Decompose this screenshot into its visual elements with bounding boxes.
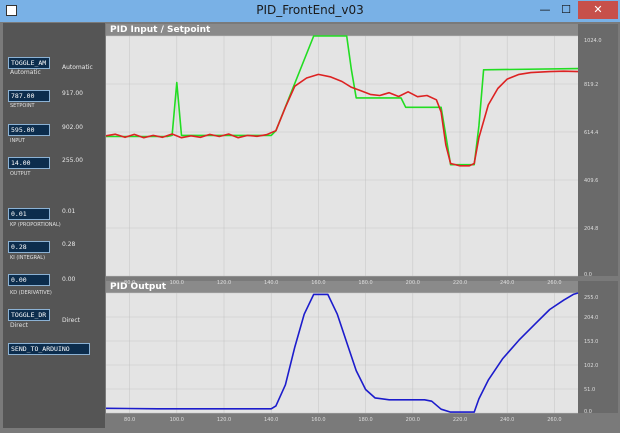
output-x-tick-label: 240.0 — [500, 417, 514, 423]
input-setpoint-x-tick-label: 200.0 — [406, 280, 420, 286]
input-setpoint-x-tick-label: 160.0 — [311, 280, 325, 286]
output-x-tick-label: 140.0 — [264, 417, 278, 423]
output-x-tick-label: 100.0 — [170, 417, 184, 423]
input-setpoint-y-tick-label: 614.4 — [584, 130, 598, 136]
input-setpoint-x-tick-label: 120.0 — [217, 280, 231, 286]
output-y-tick-label: 0.0 — [584, 409, 592, 415]
output-y-tick-label: 204.0 — [584, 315, 598, 321]
output-y-tick-label: 153.0 — [584, 339, 598, 345]
output-x-tick-label: 260.0 — [547, 417, 561, 423]
input-setpoint-y-tick-label: 204.8 — [584, 226, 598, 232]
input-setpoint-y-tick-label: 819.2 — [584, 82, 598, 88]
input-setpoint-x-tick-label: 100.0 — [170, 280, 184, 286]
output-y-tick-label: 51.0 — [584, 387, 595, 393]
output-x-tick-label: 180.0 — [358, 417, 372, 423]
output-x-tick-label: 200.0 — [406, 417, 420, 423]
input-setpoint-x-tick-label: 80.0 — [124, 280, 135, 286]
input-setpoint-x-tick-label: 260.0 — [547, 280, 561, 286]
input-setpoint-x-tick-label: 180.0 — [358, 280, 372, 286]
input-setpoint-x-tick-label: 240.0 — [500, 280, 514, 286]
input-setpoint-y-tick-label: 0.0 — [584, 272, 592, 278]
input-setpoint-y-tick-label: 409.6 — [584, 178, 598, 184]
input-setpoint-x-tick-label: 220.0 — [453, 280, 467, 286]
output-y-tick-label: 255.0 — [584, 295, 598, 301]
output-x-tick-label: 120.0 — [217, 417, 231, 423]
output-x-tick-label: 160.0 — [311, 417, 325, 423]
output-x-tick-label: 80.0 — [124, 417, 135, 423]
plots-canvas: 80.0 100.0 120.0 140.0 160.0 180.0 200.0 220.0 2… — [105, 35, 602, 423]
output-x-tick-label: 220.0 — [453, 417, 467, 423]
input-setpoint-y-tick-label: 1024.0 — [584, 38, 602, 44]
input-setpoint-x-tick-label: 140.0 — [264, 280, 278, 286]
output-y-tick-label: 102.0 — [584, 363, 598, 369]
